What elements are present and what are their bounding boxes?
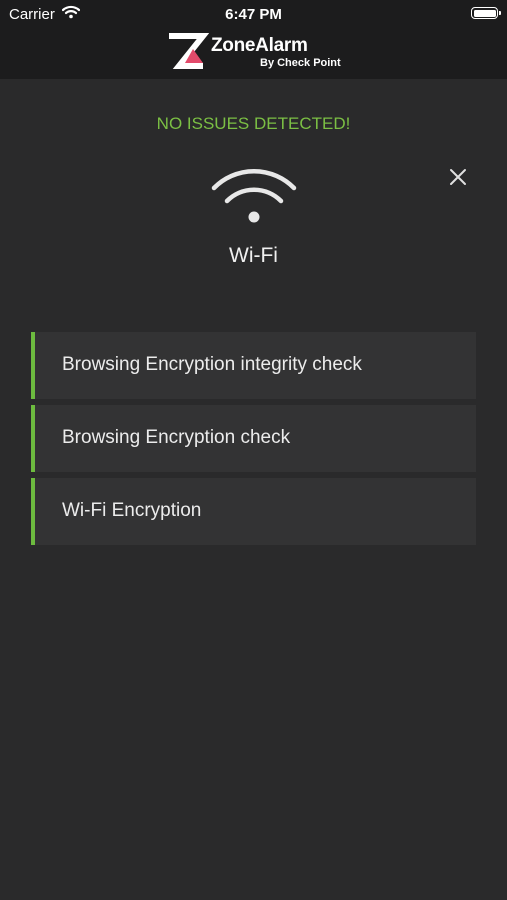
check-item-label: Wi-Fi Encryption [62,500,202,521]
clock: 6:47 PM [225,6,282,23]
battery-icon [471,7,501,19]
check-list: Browsing Encryption integrity check Brow… [31,332,476,551]
wifi-icon [211,169,297,223]
brand-name: ZoneAlarm [211,35,308,56]
check-item-browsing-integrity[interactable]: Browsing Encryption integrity check [31,332,476,399]
category-label: Wi-Fi [229,244,278,267]
scan-status: NO ISSUES DETECTED! [156,114,351,133]
app-header: Carrier 6:47 PM ZoneAlarm By Check Point [0,0,507,79]
check-item-wifi-encryption[interactable]: Wi-Fi Encryption [31,478,476,545]
zonealarm-logo: ZoneAlarm By Check Point [167,33,347,73]
check-item-browsing-encryption[interactable]: Browsing Encryption check [31,405,476,472]
zonealarm-z-icon [169,33,209,69]
check-item-label: Browsing Encryption integrity check [62,354,362,375]
status-bar: Carrier 6:47 PM [0,0,507,28]
brand-subtitle: By Check Point [260,57,341,69]
check-item-label: Browsing Encryption check [62,427,291,448]
close-icon[interactable] [448,167,468,187]
